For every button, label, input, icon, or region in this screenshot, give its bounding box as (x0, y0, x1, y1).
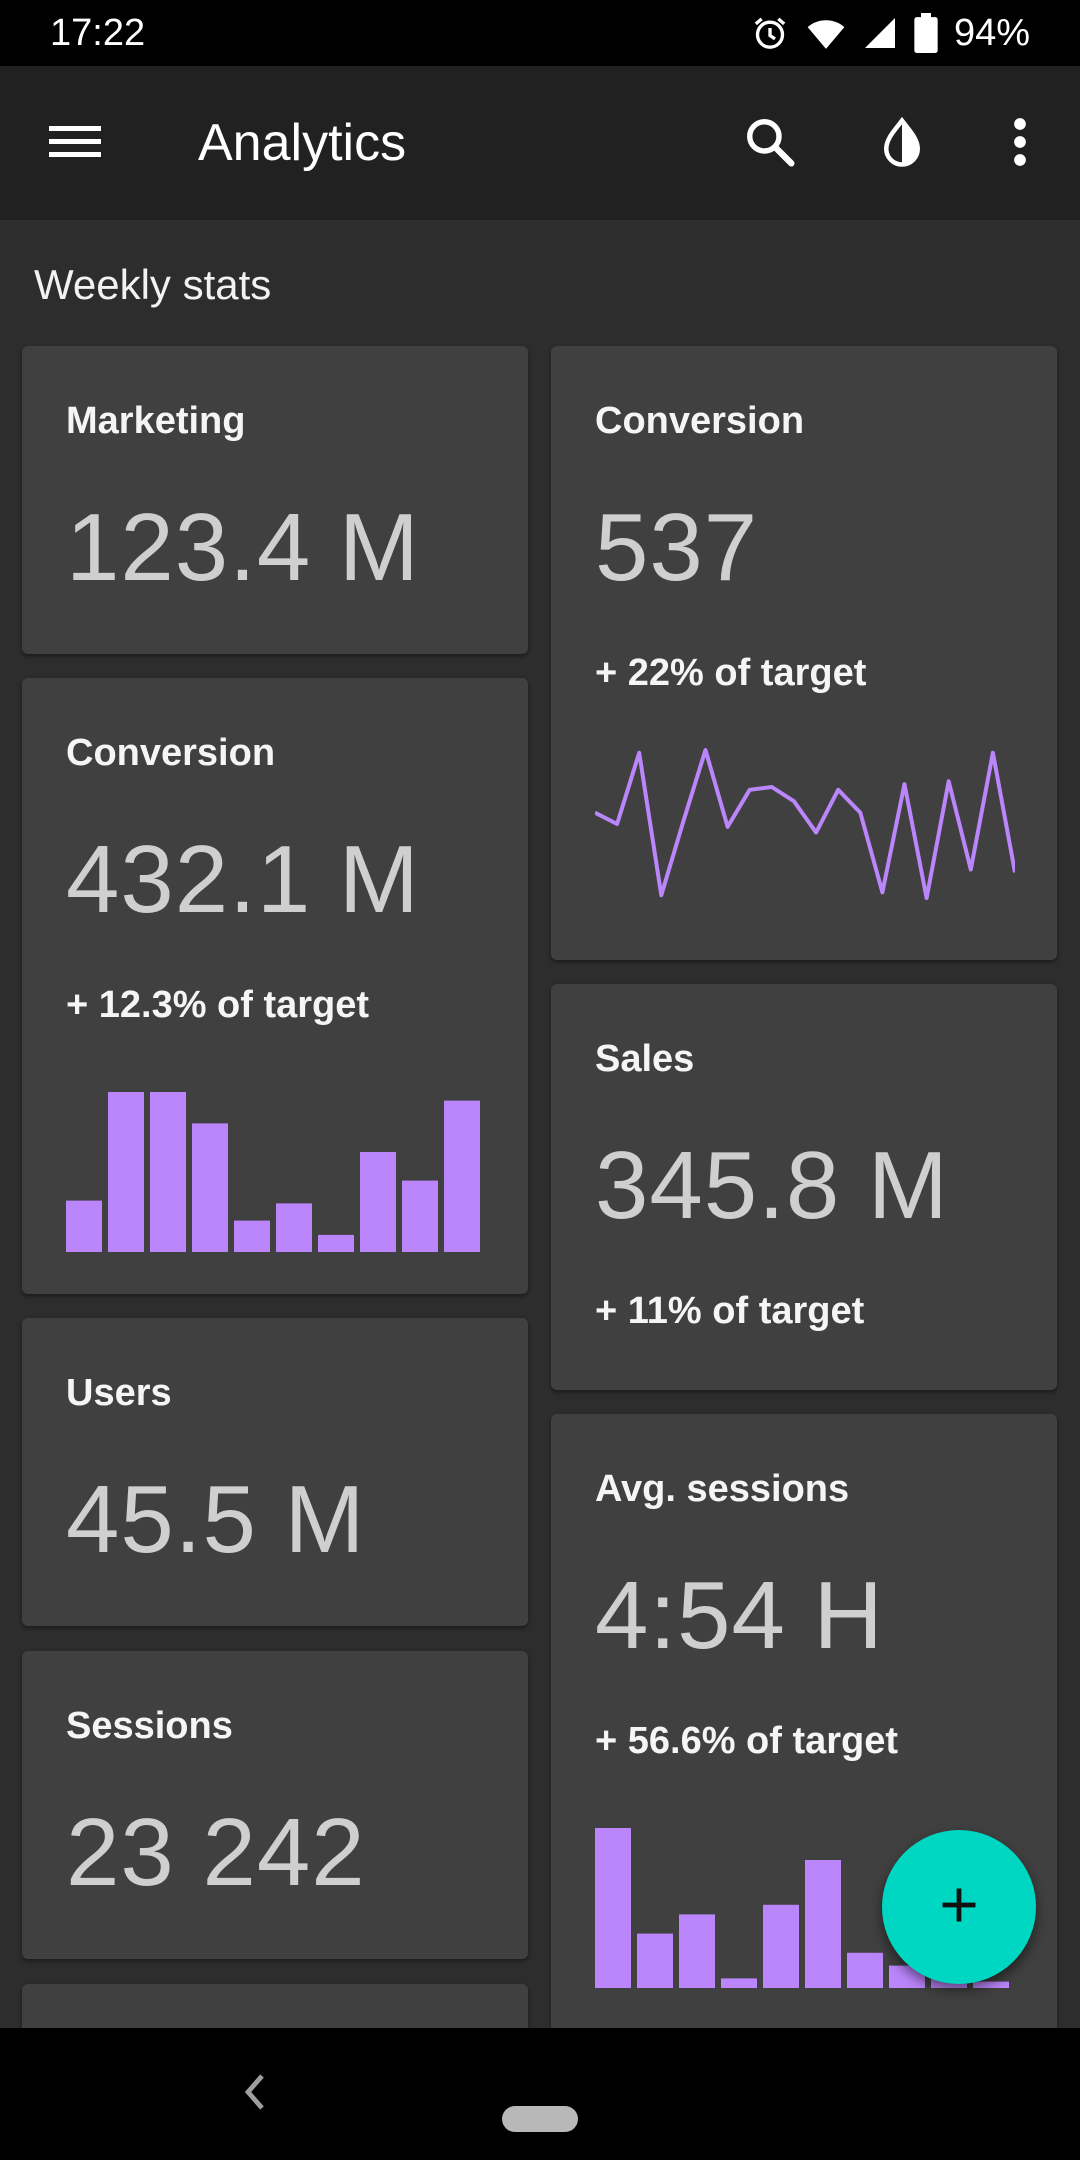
card-title: Conversion (66, 732, 276, 774)
status-bar: 17:22 94% (0, 0, 1080, 66)
chart-bar (402, 1180, 438, 1252)
status-time: 17:22 (50, 12, 146, 54)
wifi-icon (806, 13, 846, 53)
screen: 17:22 94% Analytics Weekly stats Marketi… (0, 0, 1080, 2160)
add-fab-button[interactable] (882, 1830, 1036, 1984)
chart-bar (234, 1220, 270, 1252)
chart-bar (150, 1092, 186, 1252)
status-icons: 94% (750, 10, 1030, 56)
chart-bar (444, 1100, 480, 1252)
card-delta: + 22% of target (595, 652, 867, 694)
home-pill[interactable] (502, 2106, 578, 2132)
chart-bar (805, 1860, 841, 1988)
signal-icon (862, 13, 898, 53)
card-value: 432.1 M (66, 826, 420, 933)
theme-icon (875, 115, 929, 174)
search-button[interactable] (728, 102, 812, 186)
card-title: Avg. sessions (595, 1468, 850, 1510)
card-conversion-right[interactable]: Conversion 537 + 22% of target (551, 346, 1057, 960)
back-icon (239, 2072, 269, 2117)
chart-bar (360, 1152, 396, 1252)
card-value: 123.4 M (66, 494, 420, 601)
battery-percent: 94% (953, 12, 1030, 54)
chart-bar (847, 1952, 883, 1988)
menu-button[interactable] (34, 102, 118, 186)
search-icon (743, 115, 797, 174)
card-delta: + 12.3% of target (66, 984, 370, 1026)
section-title: Weekly stats (34, 261, 272, 308)
app-bar: Analytics (0, 66, 1080, 220)
card-title: Users (66, 1372, 172, 1414)
card-title: Marketing (66, 400, 246, 442)
card-users[interactable]: Users 45.5 M (22, 1318, 528, 1626)
chart-bar (192, 1123, 228, 1252)
chart-bar (318, 1234, 354, 1252)
chart-bar (66, 1200, 102, 1252)
card-title: Conversion (595, 400, 805, 442)
navigation-bar (0, 2028, 1080, 2160)
app-title: Analytics (198, 114, 407, 172)
card-title: Sales (595, 1038, 695, 1080)
card-value: 345.8 M (595, 1132, 949, 1239)
chart-bar (595, 1828, 631, 1988)
menu-icon (49, 122, 103, 167)
alarm-icon (750, 13, 790, 53)
chart-bar (679, 1914, 715, 1988)
chart-bar (637, 1933, 673, 1988)
conversion-line-chart (595, 748, 1015, 900)
card-sessions[interactable]: Sessions 23 242 (22, 1651, 528, 1959)
chart-bar (276, 1203, 312, 1252)
chart-bar (973, 1981, 1009, 1988)
chart-bar (108, 1092, 144, 1252)
card-title: Sessions (66, 1705, 233, 1747)
card-marketing[interactable]: Marketing 123.4 M (22, 346, 528, 654)
card-conversion-left[interactable]: Conversion 432.1 M + 12.3% of target (22, 678, 528, 1294)
card-value: 45.5 M (66, 1466, 366, 1573)
conversion-bar-chart (66, 1092, 480, 1252)
card-value: 23 242 (66, 1799, 366, 1906)
card-sales[interactable]: Sales 345.8 M + 11% of target (551, 984, 1057, 1390)
chart-bar (721, 1978, 757, 1988)
card-value: 537 (595, 494, 759, 601)
card-delta: + 56.6% of target (595, 1720, 899, 1762)
battery-icon (914, 13, 938, 53)
more-options-button[interactable] (978, 102, 1062, 186)
card-value: 4:54 H (595, 1562, 884, 1669)
more-vert-icon (1010, 115, 1030, 174)
back-button[interactable] (220, 2060, 288, 2128)
card-avg-sessions[interactable]: Avg. sessions 4:54 H + 56.6% of target (551, 1414, 1057, 2114)
chart-bar (763, 1904, 799, 1988)
chart-line (595, 748, 1015, 900)
card-delta: + 11% of target (595, 1290, 865, 1332)
add-icon (937, 1883, 981, 1932)
theme-button[interactable] (860, 102, 944, 186)
